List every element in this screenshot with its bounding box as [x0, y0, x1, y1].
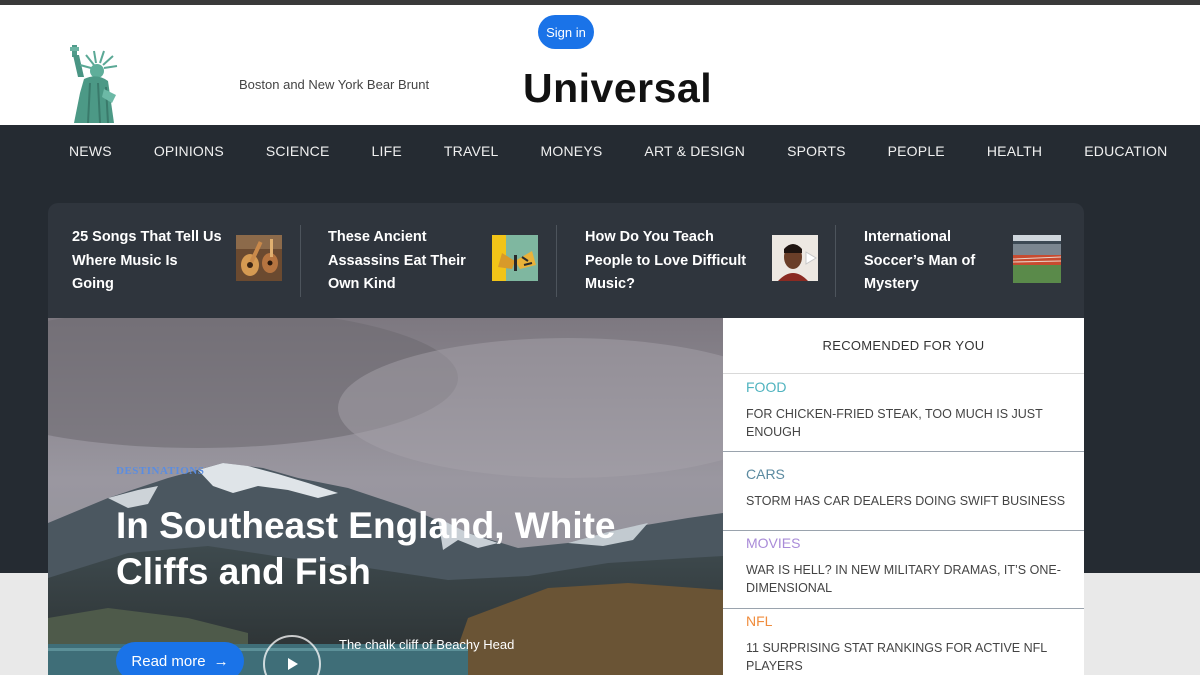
top-stories-strip: 25 Songs That Tell Us Where Music Is Goi… [48, 203, 1084, 318]
recommended-item[interactable]: CARS STORM HAS CAR DEALERS DOING SWIFT B… [723, 452, 1084, 531]
recommended-panel: RECOMENDED FOR YOU FOOD FOR CHICKEN-FRIE… [723, 318, 1084, 675]
story-title[interactable]: How Do You Teach People to Love Difficul… [585, 226, 746, 297]
story-divider [300, 225, 301, 297]
story-card[interactable]: How Do You Teach People to Love Difficul… [585, 226, 821, 296]
nav-item-health[interactable]: HEALTH [966, 143, 1063, 159]
recommended-category[interactable]: MOVIES [746, 535, 800, 551]
nav-item-people[interactable]: PEOPLE [867, 143, 966, 159]
story-divider [835, 225, 836, 297]
hero-caption: The chalk cliff of Beachy Head [339, 637, 515, 652]
recommended-item[interactable]: NFL 11 SURPRISING STAT RANKINGS FOR ACTI… [723, 609, 1084, 675]
recommended-headline[interactable]: STORM HAS CAR DEALERS DOING SWIFT BUSINE… [746, 492, 1066, 510]
recommended-category[interactable]: NFL [746, 613, 772, 629]
nav-item-science[interactable]: SCIENCE [245, 143, 351, 159]
story-card[interactable]: International Soccer’s Man of Mystery [864, 226, 1080, 296]
story-card[interactable]: 25 Songs That Tell Us Where Music Is Goi… [72, 226, 308, 296]
recommended-heading: RECOMENDED FOR YOU [723, 318, 1084, 374]
story-title[interactable]: 25 Songs That Tell Us Where Music Is Goi… [72, 226, 222, 297]
recommended-category[interactable]: CARS [746, 466, 785, 482]
guitar-icon[interactable] [236, 235, 282, 281]
header-tagline[interactable]: Boston and New York Bear Brunt [239, 77, 429, 92]
nav-item-education[interactable]: EDUCATION [1063, 143, 1188, 159]
play-icon [288, 658, 298, 670]
nav-item-travel[interactable]: TRAVEL [423, 143, 520, 159]
portrait-play-icon[interactable] [772, 235, 818, 281]
recommended-headline[interactable]: 11 SURPRISING STAT RANKINGS FOR ACTIVE N… [746, 639, 1066, 675]
statue-of-liberty-icon[interactable] [60, 43, 132, 124]
read-more-label: Read more [131, 652, 206, 670]
arrow-right-icon: → [213, 652, 229, 670]
hero-category[interactable]: DESTINATIONS [116, 465, 204, 477]
nav-item-opinions[interactable]: OPINIONS [133, 143, 245, 159]
recommended-headline[interactable]: WAR IS HELL? IN NEW MILITARY DRAMAS, IT’… [746, 561, 1066, 597]
read-more-button[interactable]: Read more → [116, 642, 244, 675]
story-title[interactable]: These Ancient Assassins Eat Their Own Ki… [328, 226, 466, 297]
nav-item-life[interactable]: LIFE [351, 143, 423, 159]
nav-item-art-design[interactable]: ART & DESIGN [623, 143, 766, 159]
sign-in-button[interactable]: Sign in [538, 15, 594, 49]
recommended-item[interactable]: MOVIES WAR IS HELL? IN NEW MILITARY DRAM… [723, 531, 1084, 609]
story-card[interactable]: These Ancient Assassins Eat Their Own Ki… [328, 226, 560, 296]
recommended-category[interactable]: FOOD [746, 379, 786, 395]
stadium-icon[interactable] [1012, 235, 1062, 283]
hero-landscape-image [48, 318, 723, 675]
recommended-item[interactable]: FOOD FOR CHICKEN-FRIED STEAK, TOO MUCH I… [723, 374, 1084, 452]
recommended-headline[interactable]: FOR CHICKEN-FRIED STEAK, TOO MUCH IS JUS… [746, 405, 1066, 441]
story-divider [556, 225, 557, 297]
hero-feature[interactable]: DESTINATIONS In Southeast England, White… [48, 318, 723, 675]
site-header: Sign in Boston and New York Bear Brunt U… [0, 5, 1200, 125]
butterfly-icon[interactable] [492, 235, 538, 281]
site-brand[interactable]: Universal [523, 65, 712, 112]
hero-title[interactable]: In Southeast England, White Cliffs and F… [116, 503, 656, 595]
nav-item-sports[interactable]: SPORTS [766, 143, 867, 159]
nav-item-news[interactable]: NEWS [48, 143, 133, 159]
main-nav: NEWS OPINIONS SCIENCE LIFE TRAVEL MONEYS… [48, 125, 1188, 177]
nav-item-moneys[interactable]: MONEYS [520, 143, 624, 159]
story-title[interactable]: International Soccer’s Man of Mystery [864, 226, 975, 297]
